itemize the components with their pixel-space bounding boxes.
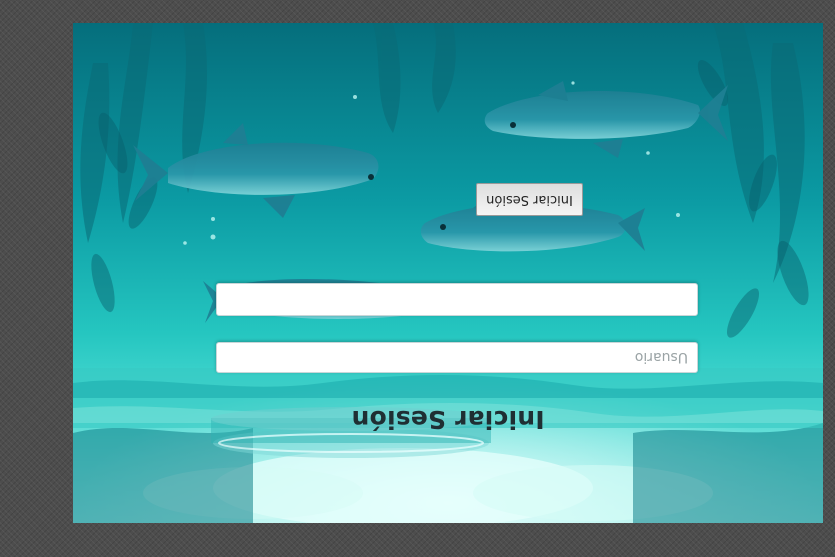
login-scene: Iniciar Sesión Iniciar Sesión xyxy=(73,23,823,523)
password-input[interactable] xyxy=(216,283,698,316)
login-button[interactable]: Iniciar Sesión xyxy=(476,183,583,216)
login-title: Iniciar Sesión xyxy=(351,405,545,434)
login-panel: Iniciar Sesión Iniciar Sesión xyxy=(73,23,823,523)
username-input[interactable] xyxy=(216,342,698,373)
